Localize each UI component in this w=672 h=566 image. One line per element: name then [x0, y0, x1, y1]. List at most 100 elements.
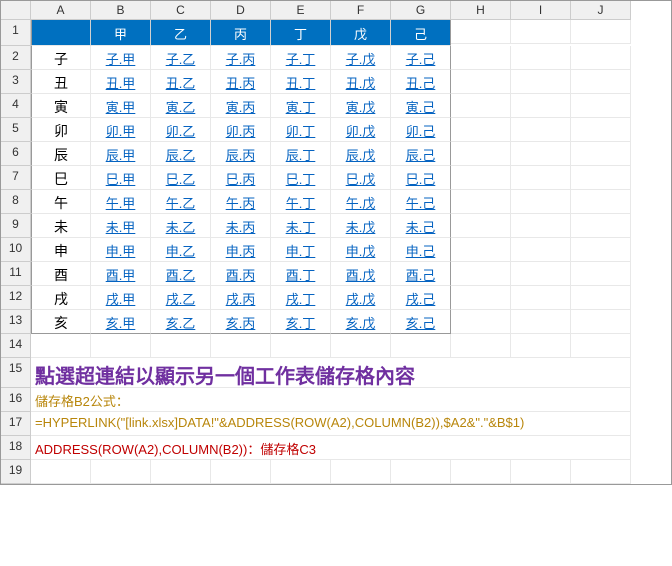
cell-D2[interactable]: 子.丙 [211, 46, 271, 70]
cell-I19[interactable] [511, 460, 571, 484]
cell-E4[interactable]: 寅.丁 [271, 94, 331, 118]
cell-I12[interactable] [511, 286, 571, 310]
cell-I14[interactable] [511, 334, 571, 358]
cell-B4[interactable]: 寅.甲 [91, 94, 151, 118]
cell-D1[interactable]: 丙 [211, 20, 271, 46]
cell-B7[interactable]: 巳.甲 [91, 166, 151, 190]
cell-C3[interactable]: 丑.乙 [151, 70, 211, 94]
cell-G5[interactable]: 卯.己 [391, 118, 451, 142]
cell-J7[interactable] [571, 166, 631, 190]
cell-C6[interactable]: 辰.乙 [151, 142, 211, 166]
cell-A6[interactable]: 辰 [31, 142, 91, 166]
cell-B5[interactable]: 卯.甲 [91, 118, 151, 142]
row-header-8[interactable]: 8 [1, 190, 31, 214]
cell-I2[interactable] [511, 46, 571, 70]
cell-B10[interactable]: 申.甲 [91, 238, 151, 262]
cell-J13[interactable] [571, 310, 631, 334]
cell-D19[interactable] [211, 460, 271, 484]
cell-G6[interactable]: 辰.己 [391, 142, 451, 166]
cell-D14[interactable] [211, 334, 271, 358]
cell-A2[interactable]: 子 [31, 46, 91, 70]
cell-D10[interactable]: 申.丙 [211, 238, 271, 262]
cell-F10[interactable]: 申.戊 [331, 238, 391, 262]
cell-J19[interactable] [571, 460, 631, 484]
cell-I6[interactable] [511, 142, 571, 166]
cell-A1[interactable] [31, 20, 91, 46]
column-header-G[interactable]: G [391, 1, 451, 20]
cell-G1[interactable]: 己 [391, 20, 451, 46]
cell-F5[interactable]: 卯.戊 [331, 118, 391, 142]
cell-I10[interactable] [511, 238, 571, 262]
cell-J8[interactable] [571, 190, 631, 214]
cell-C4[interactable]: 寅.乙 [151, 94, 211, 118]
cell-J2[interactable] [571, 46, 631, 70]
cell-H1[interactable] [451, 20, 511, 44]
cell-G11[interactable]: 酉.己 [391, 262, 451, 286]
cell-I9[interactable] [511, 214, 571, 238]
cell-J4[interactable] [571, 94, 631, 118]
cell-I7[interactable] [511, 166, 571, 190]
cell-J11[interactable] [571, 262, 631, 286]
spreadsheet-grid[interactable]: ABCDEFGHIJ1甲乙丙丁戊己2子子.甲子.乙子.丙子.丁子.戊子.己3丑丑… [0, 0, 672, 485]
cell-H13[interactable] [451, 310, 511, 334]
column-header-C[interactable]: C [151, 1, 211, 20]
cell-H14[interactable] [451, 334, 511, 358]
cell-C12[interactable]: 戌.乙 [151, 286, 211, 310]
cell-A14[interactable] [31, 334, 91, 358]
cell-G9[interactable]: 未.己 [391, 214, 451, 238]
row-header-14[interactable]: 14 [1, 334, 31, 358]
cell-C14[interactable] [151, 334, 211, 358]
cell-C13[interactable]: 亥.乙 [151, 310, 211, 334]
cell-F13[interactable]: 亥.戊 [331, 310, 391, 334]
cell-H9[interactable] [451, 214, 511, 238]
column-header-J[interactable]: J [571, 1, 631, 20]
row-header-10[interactable]: 10 [1, 238, 31, 262]
column-header-B[interactable]: B [91, 1, 151, 20]
cell-H2[interactable] [451, 46, 511, 70]
cell-D3[interactable]: 丑.丙 [211, 70, 271, 94]
cell-F6[interactable]: 辰.戊 [331, 142, 391, 166]
cell-G13[interactable]: 亥.己 [391, 310, 451, 334]
cell-I5[interactable] [511, 118, 571, 142]
row-header-7[interactable]: 7 [1, 166, 31, 190]
cell-H3[interactable] [451, 70, 511, 94]
cell-B3[interactable]: 丑.甲 [91, 70, 151, 94]
cell-J10[interactable] [571, 238, 631, 262]
cell-F1[interactable]: 戊 [331, 20, 391, 46]
cell-E13[interactable]: 亥.丁 [271, 310, 331, 334]
cell-D4[interactable]: 寅.丙 [211, 94, 271, 118]
cell-H4[interactable] [451, 94, 511, 118]
column-header-F[interactable]: F [331, 1, 391, 20]
cell-I3[interactable] [511, 70, 571, 94]
cell-H10[interactable] [451, 238, 511, 262]
cell-B6[interactable]: 辰.甲 [91, 142, 151, 166]
row-header-16[interactable]: 16 [1, 388, 31, 412]
cell-A3[interactable]: 丑 [31, 70, 91, 94]
row-header-11[interactable]: 11 [1, 262, 31, 286]
row-header-3[interactable]: 3 [1, 70, 31, 94]
cell-D5[interactable]: 卯.丙 [211, 118, 271, 142]
cell-G2[interactable]: 子.己 [391, 46, 451, 70]
cell-I4[interactable] [511, 94, 571, 118]
row-header-1[interactable]: 1 [1, 20, 31, 46]
cell-E1[interactable]: 丁 [271, 20, 331, 46]
cell-B1[interactable]: 甲 [91, 20, 151, 46]
cell-F2[interactable]: 子.戊 [331, 46, 391, 70]
row-header-2[interactable]: 2 [1, 46, 31, 70]
cell-H11[interactable] [451, 262, 511, 286]
row-header-9[interactable]: 9 [1, 214, 31, 238]
cell-G4[interactable]: 寅.己 [391, 94, 451, 118]
cell-A10[interactable]: 申 [31, 238, 91, 262]
column-header-H[interactable]: H [451, 1, 511, 20]
cell-H19[interactable] [451, 460, 511, 484]
cell-E5[interactable]: 卯.丁 [271, 118, 331, 142]
cell-D12[interactable]: 戌.丙 [211, 286, 271, 310]
cell-D8[interactable]: 午.丙 [211, 190, 271, 214]
cell-J9[interactable] [571, 214, 631, 238]
cell-B11[interactable]: 酉.甲 [91, 262, 151, 286]
row-header-4[interactable]: 4 [1, 94, 31, 118]
cell-E3[interactable]: 丑.丁 [271, 70, 331, 94]
cell-D11[interactable]: 酉.丙 [211, 262, 271, 286]
cell-J1[interactable] [571, 20, 631, 44]
cell-D7[interactable]: 巳.丙 [211, 166, 271, 190]
